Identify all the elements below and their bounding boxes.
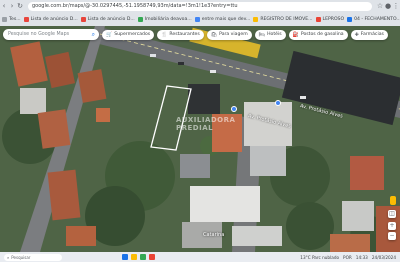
back-arrow-icon[interactable]: ‹ [0, 0, 8, 13]
street-label-side: Catarina [203, 232, 225, 238]
category-chip[interactable]: 🛏 Hotéis [254, 29, 286, 40]
place-pin[interactable] [275, 100, 281, 106]
bookmark-item[interactable]: entre mais que dev... [194, 17, 251, 22]
category-chip-label: Restaurantes [169, 32, 200, 37]
reload-icon[interactable]: ↻ [16, 0, 24, 13]
category-chip-label: Para viagem [219, 32, 248, 37]
bookmark-item[interactable]: Imobiliária deavoa... [137, 17, 192, 22]
bed-icon: 🛏 [258, 31, 266, 38]
category-chip[interactable]: ⛽ Postos de gasolina [288, 29, 348, 40]
taskbar: ⌕ Pesquisar 13°C Parc nublado POR 14:33 … [0, 252, 400, 262]
bookmark-favicon-icon [194, 17, 200, 22]
profile-icon[interactable]: ● [384, 0, 392, 13]
bookmark-label: Lista de anúncio D... [30, 17, 78, 22]
taskbar-apps [122, 254, 155, 260]
bookmark-label: 04 - FECHAMENTO... [354, 17, 400, 22]
watermark-line1: AUXILIADORA [176, 116, 236, 124]
pegman-icon[interactable] [390, 196, 396, 205]
folder-app-icon[interactable] [131, 254, 137, 260]
bookmark-item[interactable]: Lista de anúncio D... [80, 17, 135, 22]
bookmark-favicon-icon [347, 17, 353, 22]
search-icon[interactable]: ⌕ [92, 31, 95, 39]
bookmark-item[interactable]: LEPROSO [315, 17, 345, 22]
taskbar-search[interactable]: ⌕ Pesquisar [4, 253, 62, 261]
satellite-map[interactable] [0, 26, 400, 252]
fork-icon: 🍴 [161, 31, 168, 38]
bookmark-label: Imobiliária deavoa... [144, 17, 192, 22]
bag-icon: 🛍 [210, 31, 218, 38]
category-chip-label: Hotéis [267, 32, 282, 37]
bookmark-item[interactable]: 04 - FECHAMENTO... [347, 17, 400, 22]
bookmark-favicon-icon [80, 17, 86, 22]
bookmark-label: Lista de anúncio D... [87, 17, 135, 22]
star-icon[interactable]: ☆ [376, 0, 384, 13]
system-tray: 13°C Parc nublado POR 14:33 24/03/2024 [300, 255, 396, 260]
zoom-in-icon[interactable]: + [388, 222, 396, 230]
place-pin[interactable] [231, 106, 237, 112]
bookmark-label: entre mais que dev... [201, 17, 251, 22]
zoom-out-icon[interactable]: − [388, 232, 396, 240]
clock-date[interactable]: 24/03/2024 [372, 255, 396, 260]
bookmark-favicon-icon [2, 17, 7, 22]
category-chip[interactable]: 🍴 Restaurantes [157, 29, 204, 40]
browser-chrome: ‹ › ↻ google.com.br/maps/@-30.0297445,-5… [0, 0, 400, 26]
weather-text[interactable]: 13°C Parc nublado [300, 255, 339, 260]
search-icon: ⌕ [7, 254, 10, 260]
fuel-icon: ⛽ [292, 31, 299, 38]
bookmark-label: REGISTRO DE IMOVE... [260, 17, 313, 22]
pill-icon: ✚ [354, 31, 359, 38]
watermark-line2: PREDIAL [176, 124, 214, 132]
bookmark-favicon-icon [315, 17, 321, 22]
address-bar[interactable]: google.com.br/maps/@-30.0297445,-51.1958… [28, 2, 372, 11]
category-chip-label: Supermercados [114, 32, 151, 37]
bookmarks-bar: Tes... Lista de anúncio D... Lista de anún… [0, 13, 400, 26]
bookmark-item[interactable]: REGISTRO DE IMOVE... [253, 17, 313, 22]
cart-icon: 🛒 [106, 31, 113, 38]
menu-icon[interactable]: ⋮ [392, 0, 400, 13]
category-chip[interactable]: 🛍 Para viagem [206, 29, 252, 40]
forward-arrow-icon[interactable]: › [8, 0, 16, 13]
maps-top-bar: Pesquise no Google Maps ⌕ 🛒 Supermercados… [0, 26, 400, 43]
maps-search-box[interactable]: Pesquise no Google Maps ⌕ [3, 29, 99, 40]
bookmark-label: Tes... [9, 17, 21, 22]
category-chip-label: Farmácias [360, 32, 384, 37]
bookmark-favicon-icon [253, 17, 259, 22]
category-chip-label: Postos de gasolina [300, 32, 344, 37]
bookmark-item[interactable]: Lista de anúncio D... [23, 17, 78, 22]
address-bar-row: ‹ › ↻ google.com.br/maps/@-30.0297445,-5… [0, 0, 400, 13]
category-chip[interactable]: 🛒 Supermercados [102, 29, 155, 40]
bookmark-label: LEPROSO [322, 17, 345, 22]
satellite-imagery [0, 26, 400, 252]
search-input[interactable]: Pesquise no Google Maps [8, 32, 69, 37]
layers-icon[interactable]: ◫ [388, 210, 396, 218]
taskbar-search-label: Pesquisar [11, 254, 31, 260]
watermark: AUXILIADORA PREDIAL [176, 116, 235, 132]
browser-app-icon[interactable] [122, 254, 128, 260]
spreadsheet-app-icon[interactable] [140, 254, 146, 260]
bookmark-item[interactable]: Tes... [2, 17, 21, 22]
bookmark-favicon-icon [137, 17, 143, 22]
mail-app-icon[interactable] [149, 254, 155, 260]
bookmark-favicon-icon [23, 17, 29, 22]
language-indicator[interactable]: POR [343, 255, 352, 260]
category-chip[interactable]: ✚ Farmácias [350, 29, 388, 40]
clock-time[interactable]: 14:33 [356, 255, 368, 260]
